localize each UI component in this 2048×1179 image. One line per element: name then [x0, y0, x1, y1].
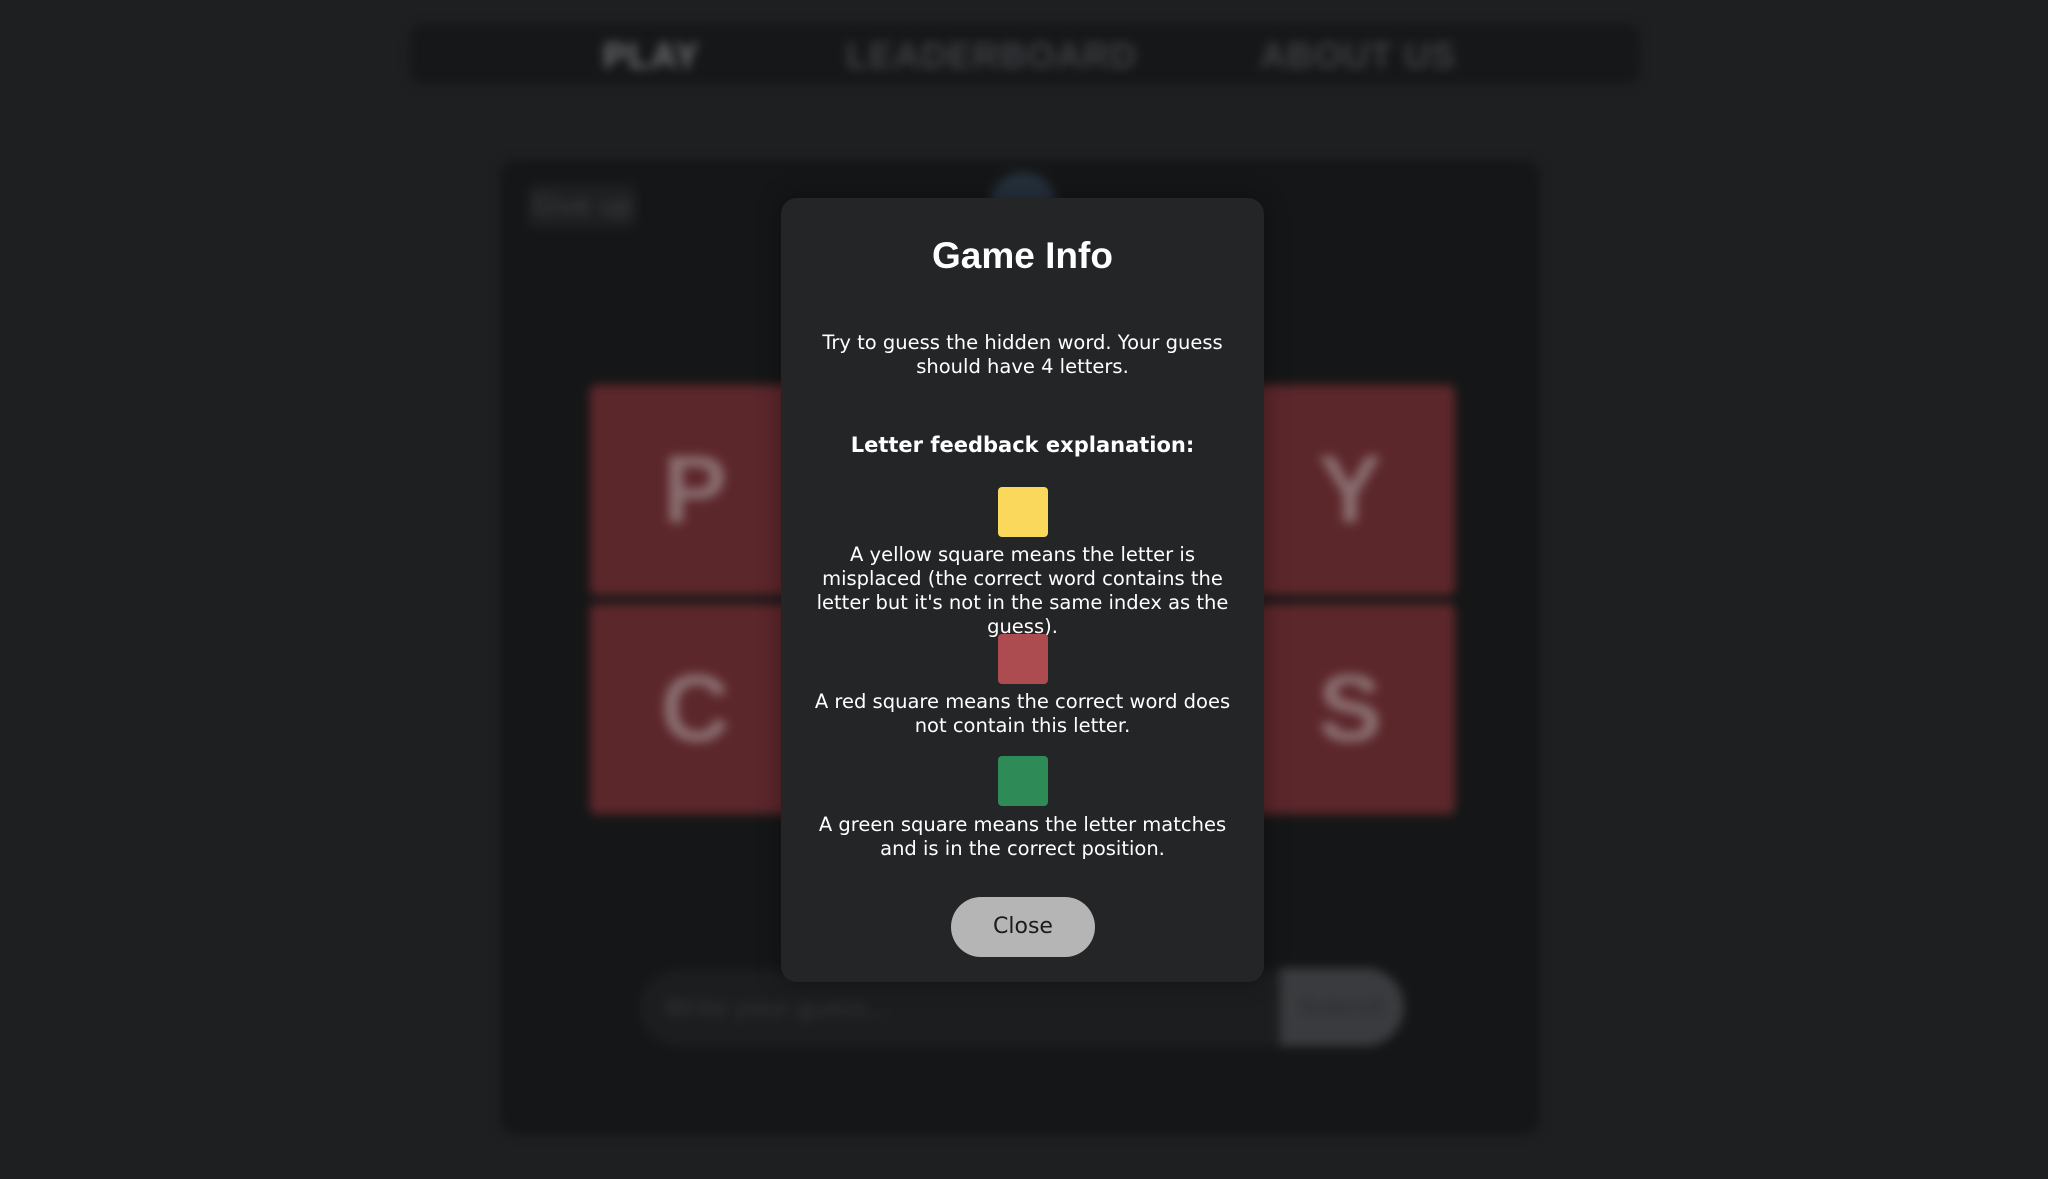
letter-tile: C — [590, 604, 800, 814]
feedback-heading: Letter feedback explanation: — [850, 433, 1195, 457]
letter-tile: S — [1245, 604, 1455, 814]
letter-tile: P — [590, 385, 800, 595]
close-button[interactable]: Close — [951, 897, 1095, 957]
modal-title: Game Info — [932, 235, 1113, 276]
nav-item-about-us[interactable]: ABOUT US — [1260, 32, 1456, 80]
red-explanation: A red square means the correct word does… — [814, 690, 1231, 737]
nav-item-leaderboard[interactable]: LEADERBOARD — [846, 32, 1137, 80]
letter-tile: Y — [1245, 385, 1455, 595]
give-up-button[interactable]: Give up — [528, 184, 636, 228]
game-info-modal: Game Info Try to guess the hidden word. … — [781, 198, 1264, 982]
intro-text: Try to guess the hidden word. Your guess… — [822, 331, 1223, 378]
yellow-square-swatch — [998, 487, 1048, 537]
submit-button[interactable]: Submit — [1280, 968, 1404, 1046]
green-square-swatch — [998, 756, 1048, 806]
nav-item-play[interactable]: PLAY — [603, 32, 700, 80]
yellow-explanation: A yellow square means the letter is misp… — [816, 543, 1229, 638]
red-square-swatch — [998, 634, 1048, 684]
green-explanation: A green square means the letter matches … — [818, 813, 1227, 860]
